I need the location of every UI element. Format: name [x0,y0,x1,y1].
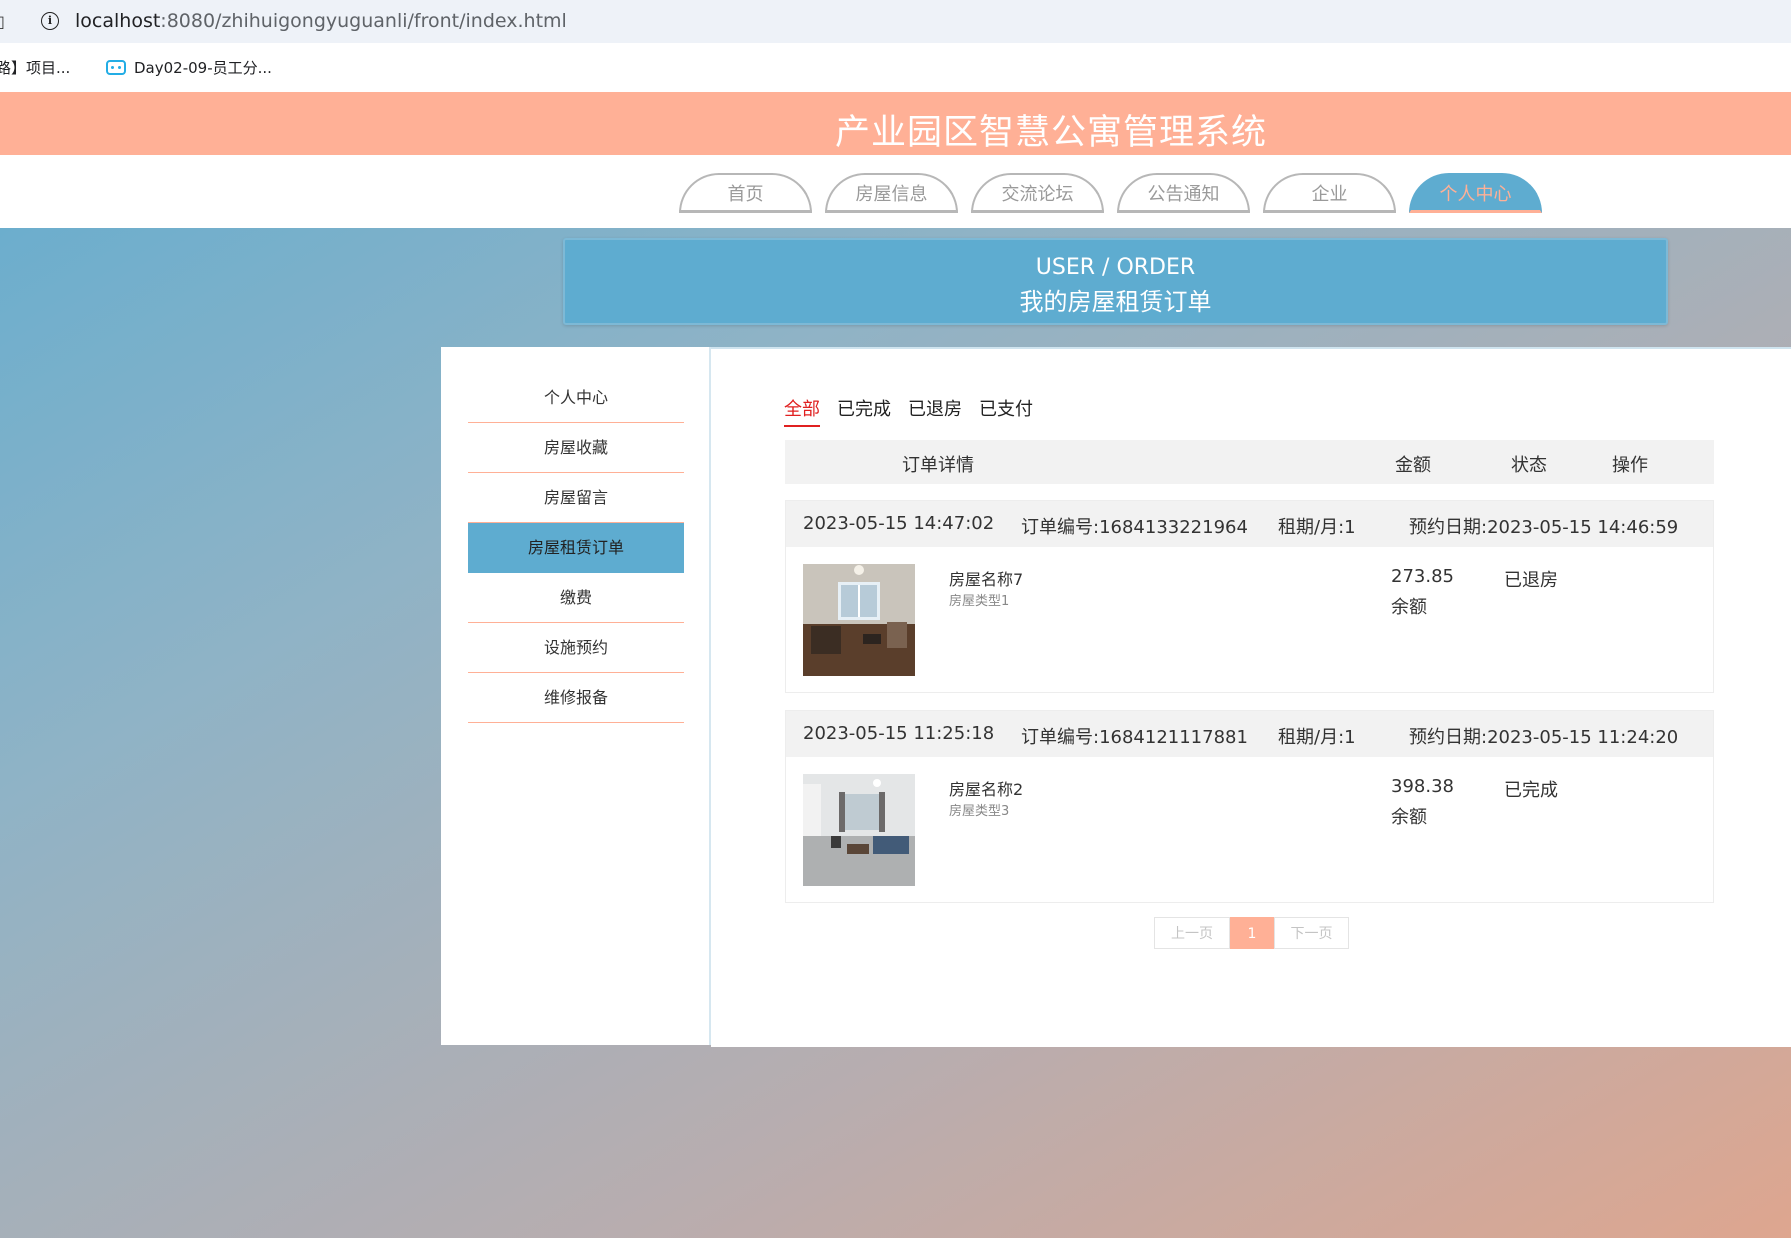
tab-completed[interactable]: 已完成 [837,395,891,427]
address-bar[interactable]: ▯ i localhost:8080/zhihuigongyuguanli/fr… [0,0,1791,43]
sidebar-item-repair[interactable]: 维修报备 [468,673,684,723]
tab-all[interactable]: 全部 [784,395,820,427]
order-amount: 273.85 [1391,566,1454,587]
nav-user-center[interactable]: 个人中心 [1409,173,1542,213]
url-text[interactable]: localhost:8080/zhihuigongyuguanli/front/… [75,10,567,32]
order-time: 2023-05-15 11:25:18 [803,723,995,744]
url-path: :8080/zhihuigongyuguanli/front/index.htm… [160,10,567,32]
house-type: 房屋类型3 [949,804,1010,819]
order-amount: 398.38 [1391,776,1454,797]
house-name: 房屋名称2 [949,780,1024,799]
nav-home[interactable]: 首页 [679,173,812,213]
orders-table-header: 订单详情 金额 状态 操作 [785,440,1714,484]
sidebar-item-messages[interactable]: 房屋留言 [468,473,684,523]
order-booking-date: 预约日期:2023-05-15 11:24:20 [1409,727,1679,748]
sidebar-item-payment[interactable]: 缴费 [468,573,684,623]
order-status: 已完成 [1504,780,1558,801]
nav-notices[interactable]: 公告通知 [1117,173,1250,213]
bookmark-item[interactable]: 路】项目... [0,57,70,78]
header-amount: 金额 [1395,455,1431,476]
order-card: 2023-05-15 14:47:02 订单编号:1684133221964 租… [785,500,1714,693]
order-number: 订单编号:1684133221964 [1021,517,1248,538]
balance-label: 余额 [1391,807,1427,828]
order-filter-tabs: 全部 已完成 已退房 已支付 [784,395,1033,427]
orders-panel: 全部 已完成 已退房 已支付 订单详情 金额 状态 操作 2023-05-15 … [711,347,1791,1047]
bilibili-tv-icon [106,60,126,75]
order-status: 已退房 [1504,570,1558,591]
header-status: 状态 [1511,455,1547,476]
order-card-header: 2023-05-15 14:47:02 订单编号:1684133221964 租… [786,501,1713,547]
bookmarks-bar: 路】项目... Day02-09-员工分... [0,43,1791,93]
bookmark-label: Day02-09-员工分... [134,59,272,77]
order-term: 租期/月:1 [1278,727,1356,748]
page-number-button[interactable]: 1 [1230,917,1274,949]
info-icon[interactable]: i [41,12,59,30]
bookmark-item[interactable]: Day02-09-员工分... [106,57,272,78]
house-photo[interactable] [803,774,915,886]
order-card-header: 2023-05-15 11:25:18 订单编号:1684121117881 租… [786,711,1713,757]
prev-page-button[interactable]: 上一页 [1154,917,1230,949]
user-sidebar: 个人中心 房屋收藏 房屋留言 房屋租赁订单 缴费 设施预约 维修报备 [441,347,712,1045]
order-card: 2023-05-15 11:25:18 订单编号:1684121117881 租… [785,710,1714,903]
header-action: 操作 [1612,455,1648,476]
balance-label: 余额 [1391,597,1427,618]
order-booking-date: 预约日期:2023-05-15 14:46:59 [1409,517,1679,538]
main-nav: 首页 房屋信息 交流论坛 公告通知 企业 个人中心 [0,155,1791,228]
banner-en-title: USER / ORDER [1035,255,1196,280]
sidebar-item-favorites[interactable]: 房屋收藏 [468,423,684,473]
url-host: localhost [75,10,161,32]
nav-house-info[interactable]: 房屋信息 [825,173,958,213]
house-name: 房屋名称7 [949,570,1024,589]
order-number: 订单编号:1684121117881 [1021,727,1248,748]
sidebar-item-facility-booking[interactable]: 设施预约 [468,623,684,673]
site-header: 产业园区智慧公寓管理系统 [0,92,1791,155]
sidebar-item-rental-orders[interactable]: 房屋租赁订单 [468,523,684,573]
tab-checked-out[interactable]: 已退房 [908,395,962,427]
nav-enterprise[interactable]: 企业 [1263,173,1396,213]
house-type: 房屋类型1 [949,594,1010,609]
sidebar-item-user-center[interactable]: 个人中心 [468,373,684,423]
header-detail: 订单详情 [902,455,974,476]
site-title: 产业园区智慧公寓管理系统 [834,113,1267,153]
banner-cn-title: 我的房屋租赁订单 [1019,288,1212,316]
pagination: 上一页 1 下一页 [1154,917,1349,949]
tab-paid[interactable]: 已支付 [979,395,1033,427]
page-icon: ▯ [0,12,5,31]
order-term: 租期/月:1 [1278,517,1356,538]
next-page-button[interactable]: 下一页 [1274,917,1349,949]
house-photo[interactable] [803,564,915,676]
nav-forum[interactable]: 交流论坛 [971,173,1104,213]
order-time: 2023-05-15 14:47:02 [803,513,995,534]
page-banner: USER / ORDER 我的房屋租赁订单 [563,238,1668,325]
